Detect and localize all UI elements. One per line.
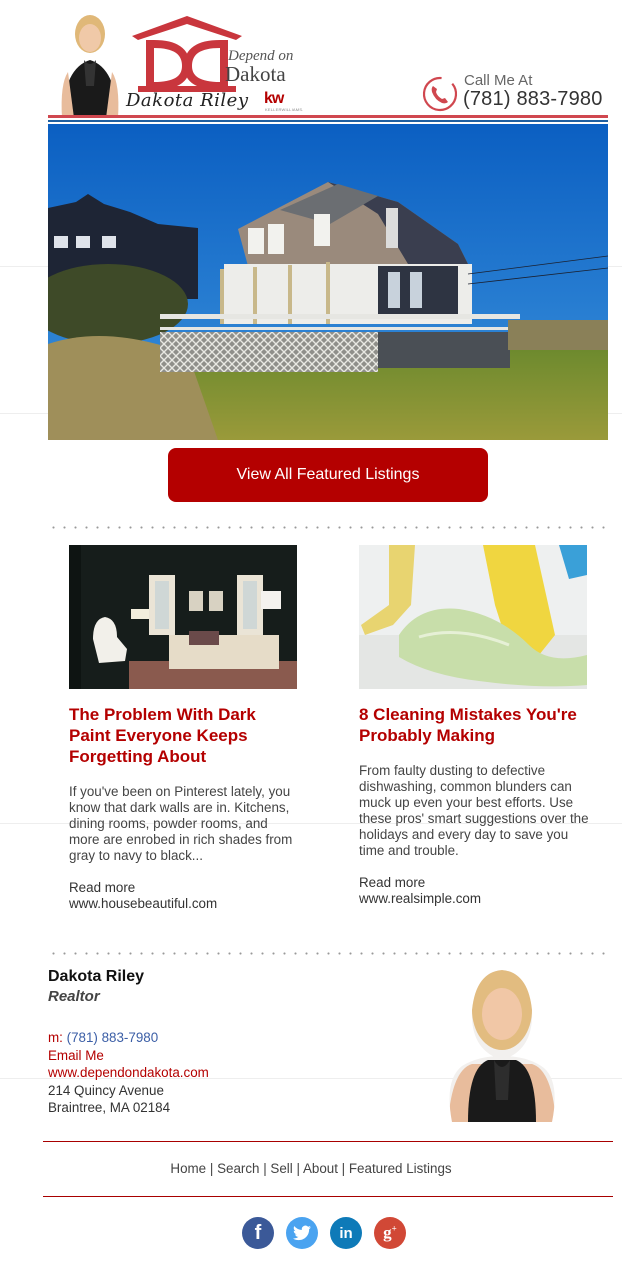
article-card: 8 Cleaning Mistakes You're Probably Maki… bbox=[359, 545, 589, 907]
hero-listing-image[interactable] bbox=[48, 124, 608, 440]
google-plus-icon: g+ bbox=[383, 1223, 397, 1242]
read-more-link[interactable]: Read more bbox=[69, 880, 299, 896]
article-card: The Problem With Dark Paint Everyone Kee… bbox=[69, 545, 299, 912]
article-image[interactable] bbox=[359, 545, 587, 689]
nav-separator: | bbox=[292, 1161, 303, 1176]
agent-header-photo bbox=[61, 15, 119, 118]
agent-name: Dakota Riley bbox=[48, 968, 145, 985]
footer-link-about[interactable]: About bbox=[303, 1161, 338, 1176]
header-rule bbox=[48, 120, 608, 122]
brokerage-name: KELLERWILLIAMS. bbox=[265, 107, 304, 112]
header-rule bbox=[48, 115, 608, 118]
nav-separator: | bbox=[206, 1161, 218, 1176]
view-featured-listings-button[interactable]: View All Featured Listings bbox=[168, 448, 488, 502]
article-title[interactable]: The Problem With Dark Paint Everyone Kee… bbox=[69, 704, 299, 767]
agent-contact-card: Dakota Riley Realtor m: (781) 883-7980 E… bbox=[48, 967, 348, 1117]
agent-role: Realtor bbox=[48, 988, 100, 1005]
article-image[interactable] bbox=[69, 545, 297, 689]
article-summary: From faulty dusting to defective dishwas… bbox=[359, 763, 589, 858]
linkedin-icon: in bbox=[339, 1224, 353, 1242]
nav-separator: | bbox=[259, 1161, 271, 1176]
phone-prefix: m: bbox=[48, 1030, 67, 1045]
phone-icon bbox=[422, 76, 458, 112]
email-header: Depend on Dakota Dakota Riley kw KELLERW… bbox=[48, 6, 608, 122]
agent-phone-line: m: (781) 883-7980 bbox=[48, 1029, 348, 1047]
google-plus-button[interactable]: g+ bbox=[374, 1217, 406, 1249]
agent-photo bbox=[449, 970, 555, 1122]
nav-separator: | bbox=[337, 1161, 349, 1176]
article-source-link[interactable]: www.housebeautiful.com bbox=[69, 896, 299, 912]
linkedin-button[interactable]: in bbox=[330, 1217, 362, 1249]
footer-link-featured-listings[interactable]: Featured Listings bbox=[349, 1161, 452, 1176]
dotted-divider bbox=[48, 952, 608, 955]
footer-link-sell[interactable]: Sell bbox=[270, 1161, 292, 1176]
article-summary: If you've been on Pinterest lately, you … bbox=[69, 784, 293, 863]
article-source-link[interactable]: www.realsimple.com bbox=[359, 891, 589, 907]
footer-link-search[interactable]: Search bbox=[217, 1161, 259, 1176]
email-me-link[interactable]: Email Me bbox=[48, 1047, 348, 1065]
address-line-1: 214 Quincy Avenue bbox=[48, 1082, 164, 1098]
twitter-icon bbox=[293, 1225, 311, 1241]
article-title[interactable]: 8 Cleaning Mistakes You're Probably Maki… bbox=[359, 704, 589, 746]
footer-rule bbox=[43, 1141, 613, 1142]
call-label: Call Me At bbox=[464, 72, 533, 89]
logo-name: Dakota bbox=[225, 62, 286, 86]
facebook-button[interactable]: f bbox=[242, 1217, 274, 1249]
agent-signature: Dakota Riley bbox=[126, 90, 249, 111]
footer-nav: Home | Search | Sell | About | Featured … bbox=[0, 1161, 622, 1176]
website-link[interactable]: www.dependondakota.com bbox=[48, 1064, 348, 1082]
call-number[interactable]: (781) 883-7980 bbox=[463, 88, 603, 111]
facebook-icon: f bbox=[254, 1221, 262, 1244]
footer-rule bbox=[43, 1196, 613, 1197]
address-line-2: Braintree, MA 02184 bbox=[48, 1100, 171, 1115]
agent-phone-link[interactable]: (781) 883-7980 bbox=[67, 1030, 159, 1045]
read-more-link[interactable]: Read more bbox=[359, 875, 589, 891]
brokerage-logo: kw bbox=[264, 90, 284, 107]
twitter-button[interactable] bbox=[286, 1217, 318, 1249]
footer-link-home[interactable]: Home bbox=[170, 1161, 206, 1176]
dotted-divider bbox=[48, 526, 608, 529]
